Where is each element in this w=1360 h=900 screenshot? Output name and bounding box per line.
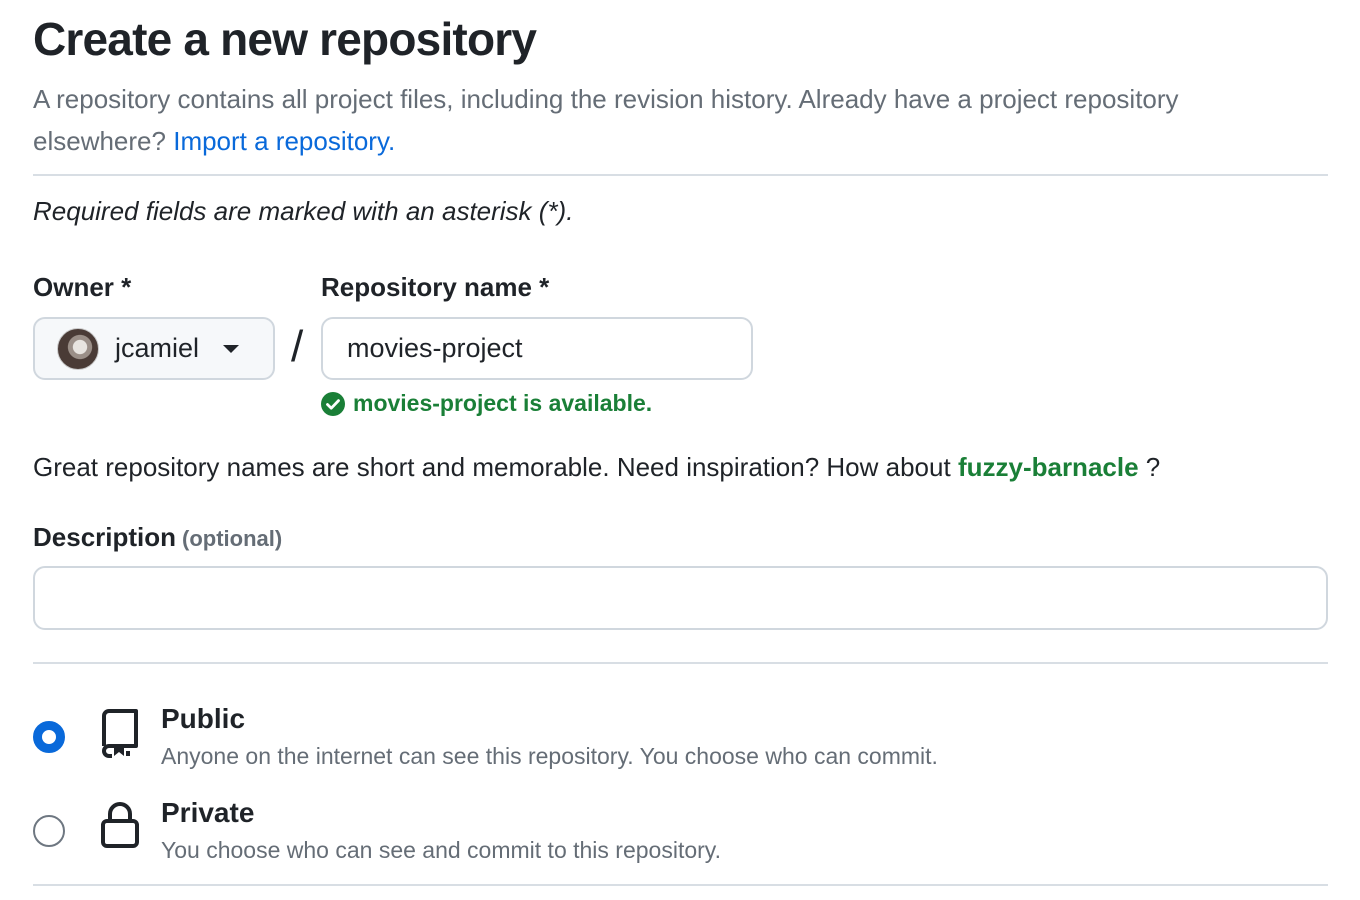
repository-name-input[interactable] — [321, 317, 753, 380]
description-label: Description (optional) — [33, 522, 282, 553]
public-option-description: Anyone on the internet can see this repo… — [161, 743, 938, 769]
private-option-description: You choose who can see and commit to thi… — [161, 837, 721, 863]
required-fields-note: Required fields are marked with an aster… — [33, 196, 574, 226]
avatar — [57, 327, 99, 370]
create-repo-page: Create a new repository A repository con… — [33, 0, 1328, 900]
owner-dropdown[interactable]: jcamiel — [33, 317, 275, 380]
check-circle-icon — [321, 391, 345, 416]
page-title: Create a new repository — [33, 13, 537, 65]
caret-down-icon — [223, 344, 240, 353]
suggested-name-link[interactable]: fuzzy-barnacle — [958, 452, 1139, 482]
public-option-title: Public — [161, 703, 246, 734]
name-suggestion: Great repository names are short and mem… — [33, 452, 1160, 483]
lock-icon — [101, 802, 139, 848]
repo-icon — [102, 709, 138, 758]
owner-label: Owner * — [33, 272, 132, 302]
suggestion-text: Great repository names are short and mem… — [33, 452, 951, 482]
divider — [33, 884, 1328, 886]
divider — [33, 174, 1328, 176]
owner-name: jcamiel — [115, 333, 200, 363]
divider — [33, 662, 1328, 664]
public-radio[interactable] — [33, 721, 65, 753]
availability-text: movies-project is available. — [353, 390, 653, 416]
private-option-title: Private — [161, 797, 255, 828]
owner-repo-separator: / — [291, 322, 304, 371]
repository-name-label: Repository name * — [321, 272, 550, 302]
page-intro: A repository contains all project files,… — [33, 78, 1263, 162]
description-input[interactable] — [33, 566, 1328, 630]
availability-message: movies-project is available. — [321, 390, 652, 417]
private-radio[interactable] — [33, 815, 65, 847]
import-repository-link[interactable]: Import a repository. — [173, 126, 395, 156]
optional-hint: (optional) — [182, 526, 283, 551]
suggestion-suffix: ? — [1145, 452, 1161, 482]
description-label-text: Description — [33, 522, 177, 552]
